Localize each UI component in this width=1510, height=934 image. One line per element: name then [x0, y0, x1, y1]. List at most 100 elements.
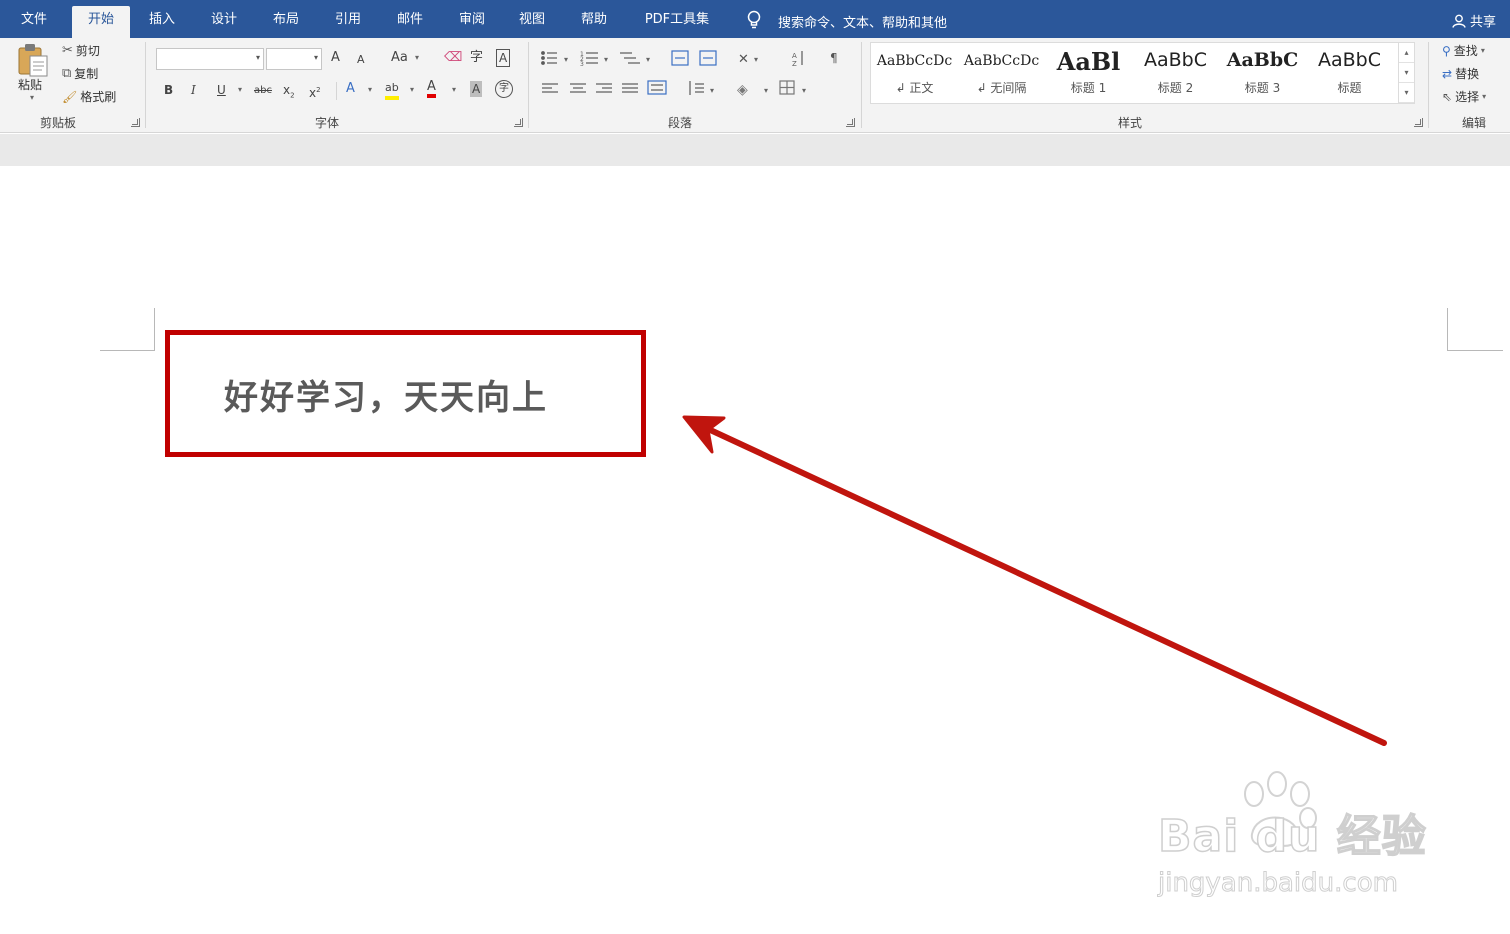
increase-indent-icon [699, 50, 717, 66]
chevron-down-icon[interactable]: ▾ [368, 85, 372, 94]
chevron-up-icon[interactable]: ▴ [1399, 43, 1414, 63]
paragraph-launcher-icon[interactable] [846, 118, 855, 127]
superscript-icon[interactable]: x2 [309, 82, 321, 101]
style-title[interactable]: AaBbC 标题 [1306, 43, 1393, 103]
style-heading-1[interactable]: AaBl 标题 1 [1045, 43, 1132, 103]
underline-icon[interactable]: U [217, 82, 226, 98]
select-button[interactable]: ⇖ 选择 ▾ [1442, 88, 1486, 105]
font-size-value [267, 53, 271, 67]
crop-mark [154, 308, 155, 351]
character-shading-icon[interactable]: A [470, 81, 483, 97]
crop-mark [1447, 308, 1448, 351]
share-button[interactable]: 共享 [1452, 11, 1496, 30]
crop-mark [1447, 350, 1503, 351]
replace-button[interactable]: ⇄ 替换 [1442, 65, 1479, 82]
ribbon-home: 粘贴 ▾ ✂ 剪切 ⧉ 复制 🖌 格式刷 剪贴板 ▾ ▾ A A Aa ▾ ⌫ … [0, 38, 1510, 133]
format-painter-button[interactable]: 🖌 格式刷 [62, 88, 116, 105]
crop-mark [100, 350, 155, 351]
tab-home[interactable]: 开始 [72, 6, 130, 38]
change-case-icon[interactable]: Aa [391, 50, 408, 66]
chevron-down-icon[interactable]: ▾ [238, 85, 242, 94]
svg-text:Z: Z [792, 60, 797, 68]
clear-formatting-icon[interactable]: ⌫ [444, 50, 462, 66]
replace-icon: ⇄ [1442, 66, 1453, 81]
styles-launcher-icon[interactable] [1414, 118, 1423, 127]
tab-file[interactable]: 文件 [12, 8, 56, 38]
styles-gallery: AaBbCcDc ↲ 正文 AaBbCcDc ↲ 无间隔 AaBl 标题 1 A… [870, 42, 1415, 104]
bold-icon[interactable]: B [164, 82, 173, 98]
justify-icon [622, 83, 638, 93]
ribbon-gap [0, 134, 1510, 166]
svg-text:✕: ✕ [738, 52, 749, 67]
document-text[interactable]: 好好学习，天天向上 [224, 370, 548, 419]
borders-icon [779, 80, 795, 95]
gallery-scroll: ▴ ▾ ▾ [1398, 43, 1414, 103]
phonetic-guide-icon[interactable]: 字 [470, 50, 483, 66]
font-size-combobox[interactable]: ▾ [266, 48, 322, 70]
svg-text:3: 3 [580, 61, 584, 68]
font-color-icon[interactable]: A [427, 80, 436, 98]
person-icon [1452, 14, 1466, 28]
font-name-combobox[interactable]: ▾ [156, 48, 264, 70]
style-name: ↲ 无间隔 [976, 81, 1027, 95]
strikethrough-icon[interactable]: abc [254, 83, 272, 99]
style-heading-2[interactable]: AaBbC 标题 2 [1132, 43, 1219, 103]
multilevel-list-icon [620, 52, 640, 64]
group-divider [528, 42, 529, 128]
word-window: 文件 开始 插入 设计 布局 引用 邮件 审阅 视图 帮助 PDF工具集 搜索命… [0, 0, 1510, 934]
cut-button[interactable]: ✂ 剪切 [62, 42, 100, 59]
svg-text:▾: ▾ [564, 55, 568, 64]
scissors-icon: ✂ [62, 43, 73, 58]
chevron-down-icon: ▾ [1482, 92, 1487, 101]
group-divider [1428, 42, 1429, 128]
chevron-down-icon[interactable]: ▾ [415, 53, 419, 62]
tab-help[interactable]: 帮助 [572, 8, 616, 38]
style-name: 标题 3 [1244, 81, 1281, 95]
paste-button[interactable]: 粘贴 [18, 76, 42, 93]
shrink-font-icon[interactable]: A [357, 52, 365, 68]
subscript-icon[interactable]: x2 [283, 82, 295, 103]
chevron-down-icon[interactable]: ▾ [410, 85, 414, 94]
find-button[interactable]: ⚲ 查找 ▾ [1442, 42, 1485, 59]
tab-view[interactable]: 视图 [510, 8, 554, 38]
tab-review[interactable]: 审阅 [450, 8, 494, 38]
svg-text:▾: ▾ [802, 86, 806, 95]
enclose-characters-icon[interactable]: 字 [495, 80, 513, 98]
align-left-icon [542, 83, 558, 93]
paste-dropdown-icon[interactable]: ▾ [30, 93, 34, 102]
chevron-down-icon: ▾ [1480, 46, 1485, 55]
highlight-color-icon[interactable]: ab [385, 80, 399, 100]
distributed-icon [647, 80, 667, 95]
paste-icon[interactable] [16, 42, 50, 78]
numbering-icon: 123 [580, 51, 598, 68]
tab-insert[interactable]: 插入 [140, 8, 184, 38]
style-name: 标题 2 [1157, 81, 1194, 95]
paragraph-group-label: 段落 [668, 116, 693, 130]
tell-me-search[interactable]: 搜索命令、文本、帮助和其他 [778, 12, 947, 31]
text-effects-icon[interactable]: A [346, 81, 355, 97]
style-preview: AaBbCcDc [963, 53, 1040, 69]
clipboard-launcher-icon[interactable] [131, 118, 140, 127]
copy-button[interactable]: ⧉ 复制 [62, 65, 98, 82]
group-divider [861, 42, 862, 128]
select-label: 选择 [1455, 90, 1480, 104]
italic-icon[interactable]: I [191, 82, 196, 98]
style-name: 标题 1 [1070, 81, 1107, 95]
grow-font-icon[interactable]: A [331, 50, 340, 66]
tab-mailings[interactable]: 邮件 [388, 8, 432, 38]
style-normal[interactable]: AaBbCcDc ↲ 正文 [871, 43, 958, 103]
lightbulb-icon[interactable] [746, 10, 762, 30]
tab-layout[interactable]: 布局 [264, 8, 308, 38]
chevron-down-icon[interactable]: ▾ [1399, 63, 1414, 83]
gallery-more-icon[interactable]: ▾ [1399, 83, 1414, 103]
style-heading-3[interactable]: AaBbC 标题 3 [1219, 43, 1306, 103]
character-border-icon[interactable]: A [496, 49, 511, 67]
style-no-spacing[interactable]: AaBbCcDc ↲ 无间隔 [958, 43, 1045, 103]
find-label: 查找 [1453, 44, 1478, 58]
clipboard-group-label: 剪贴板 [40, 116, 77, 130]
chevron-down-icon[interactable]: ▾ [452, 85, 456, 94]
tab-references[interactable]: 引用 [326, 8, 370, 38]
tab-pdf-tools[interactable]: PDF工具集 [636, 8, 718, 38]
font-launcher-icon[interactable] [514, 118, 523, 127]
tab-design[interactable]: 设计 [202, 8, 246, 38]
